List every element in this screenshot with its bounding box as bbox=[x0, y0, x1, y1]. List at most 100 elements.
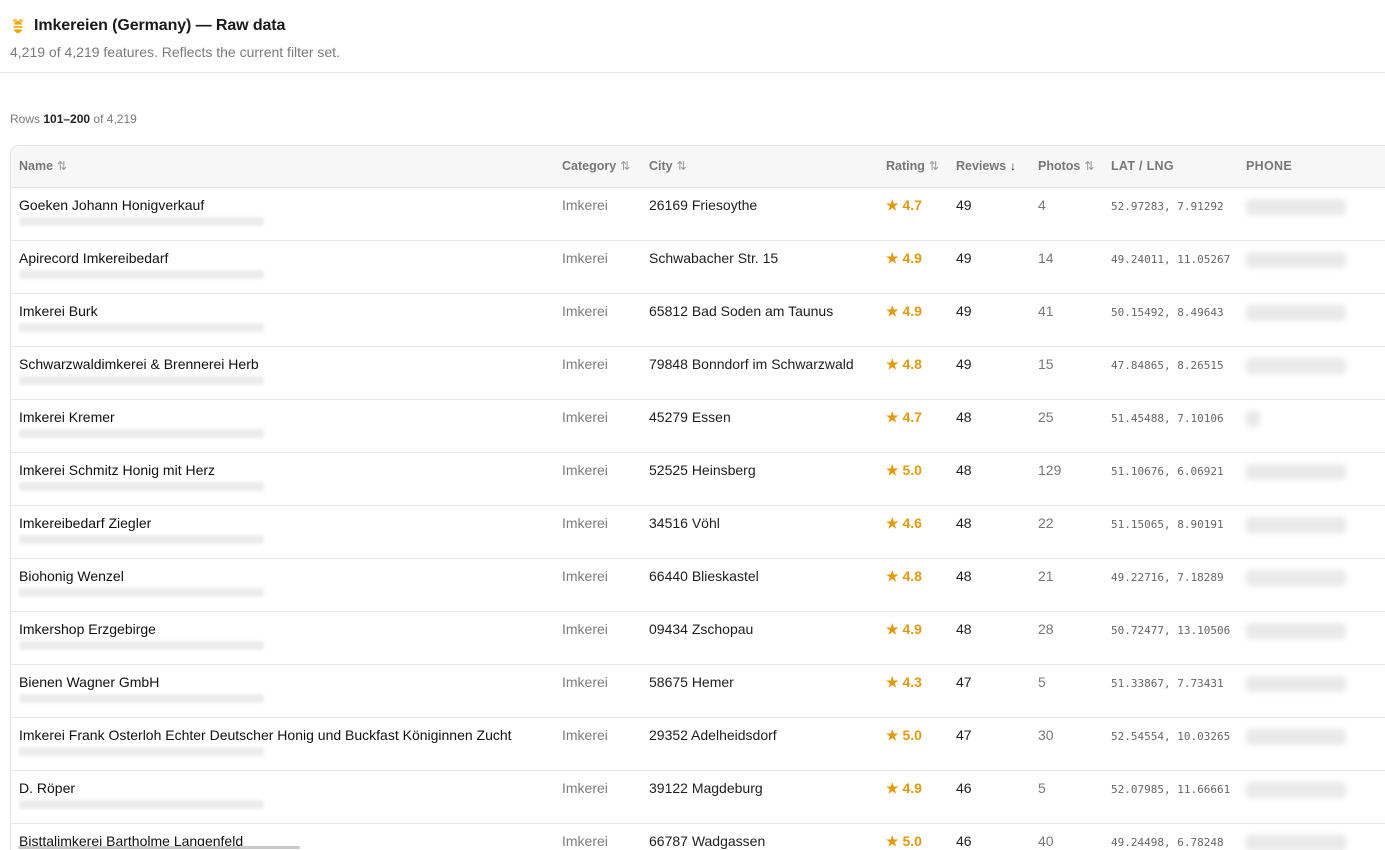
sort-icon[interactable]: ⇅ bbox=[620, 159, 630, 173]
redacted-id bbox=[19, 428, 264, 438]
category-cell: Imkerei bbox=[562, 408, 608, 425]
redacted-id bbox=[19, 693, 264, 703]
col-header-photos[interactable]: Photos ⇅ bbox=[1030, 146, 1103, 188]
city-cell: 39122 Magdeburg bbox=[649, 779, 763, 796]
redacted-id bbox=[19, 481, 264, 491]
latlng-cell: 49.22716, 7.18289 bbox=[1111, 570, 1224, 584]
city-cell: Schwabacher Str. 15 bbox=[649, 249, 779, 266]
phone-cell bbox=[1238, 187, 1385, 240]
redacted-id bbox=[19, 799, 264, 809]
col-header-category[interactable]: Category ⇅ bbox=[554, 146, 641, 188]
photos-cell: 22 bbox=[1038, 514, 1054, 531]
latlng-cell: 52.54554, 10.03265 bbox=[1111, 729, 1231, 743]
reviews-cell: 49 bbox=[956, 302, 972, 319]
name-cell: Imkerei Schmitz Honig mit Herz bbox=[11, 452, 554, 505]
latlng-cell: 50.72477, 13.10506 bbox=[1111, 623, 1231, 637]
city-cell: 34516 Vöhl bbox=[649, 514, 720, 531]
redacted-id bbox=[19, 375, 264, 385]
table-row[interactable]: Imkereibedarf Ziegler Imkerei 34516 Vöhl ★ … bbox=[11, 505, 1385, 558]
redacted-id bbox=[19, 322, 264, 332]
table-row[interactable]: Apirecord Imkereibedarf Imkerei Schwabache… bbox=[11, 240, 1385, 293]
redacted-phone bbox=[1246, 357, 1346, 374]
col-header-latlng: LAT / LNG bbox=[1103, 146, 1238, 188]
latlng-cell: 52.07985, 11.66661 bbox=[1111, 782, 1231, 796]
col-header-name[interactable]: Name ⇅ bbox=[11, 146, 554, 188]
table-row[interactable]: D. Röper Imkerei 39122 Magdeburg ★ 4.9 46 5 52… bbox=[11, 770, 1385, 823]
phone-cell bbox=[1238, 240, 1385, 293]
table-row[interactable]: Imkershop Erzgebirge Imkerei 09434 Zschopa… bbox=[11, 611, 1385, 664]
sort-icon[interactable]: ⇅ bbox=[57, 159, 67, 173]
rating-cell: ★ 4.6 bbox=[886, 514, 922, 531]
latlng-cell: 49.24011, 11.05267 bbox=[1111, 252, 1231, 266]
phone-cell bbox=[1238, 399, 1385, 452]
redacted-phone bbox=[1246, 834, 1346, 850]
redacted-phone bbox=[1246, 675, 1346, 692]
redacted-id bbox=[19, 587, 264, 597]
photos-cell: 40 bbox=[1038, 832, 1054, 849]
name-cell: Imkershop Erzgebirge bbox=[11, 611, 554, 664]
name-cell: Bienen Wagner GmbH bbox=[11, 664, 554, 717]
rating-cell: ★ 5.0 bbox=[886, 726, 922, 743]
photos-cell: 15 bbox=[1038, 355, 1054, 372]
data-table[interactable]: Name ⇅ Category ⇅ City ⇅ Rating ⇅ Reviews ↓ P… bbox=[10, 145, 1385, 850]
category-cell: Imkerei bbox=[562, 620, 608, 637]
city-cell: 52525 Heinsberg bbox=[649, 461, 756, 478]
bee-icon bbox=[10, 18, 26, 34]
sort-icon[interactable]: ⇅ bbox=[677, 159, 687, 173]
redacted-phone bbox=[1246, 781, 1346, 798]
city-cell: 65812 Bad Soden am Taunus bbox=[649, 302, 834, 319]
table-row[interactable]: Imkerei Kremer Imkerei 45279 Essen ★ 4.7 48 2… bbox=[11, 399, 1385, 452]
redacted-phone bbox=[1246, 728, 1346, 745]
sort-icon[interactable]: ⇅ bbox=[1084, 159, 1094, 173]
city-cell: 45279 Essen bbox=[649, 408, 731, 425]
city-cell: 58675 Hemer bbox=[649, 673, 734, 690]
sort-desc-icon[interactable]: ↓ bbox=[1010, 159, 1016, 173]
phone-cell bbox=[1238, 717, 1385, 770]
page-header: Imkereien (Germany) — Raw data 4,219 of … bbox=[0, 0, 1385, 73]
table-row[interactable]: Imkerei Schmitz Honig mit Herz Imkerei 525… bbox=[11, 452, 1385, 505]
redacted-id bbox=[19, 269, 264, 279]
table-row[interactable]: Bienen Wagner GmbH Imkerei 58675 Hemer ★ 4.… bbox=[11, 664, 1385, 717]
reviews-cell: 47 bbox=[956, 726, 972, 743]
table-row[interactable]: Imkerei Burk Imkerei 65812 Bad Soden am Ta… bbox=[11, 293, 1385, 346]
name-cell: Biohonig Wenzel bbox=[11, 558, 554, 611]
category-cell: Imkerei bbox=[562, 832, 608, 849]
table-row[interactable]: Goeken Johann Honigverkauf Imkerei 26169 F… bbox=[11, 187, 1385, 240]
category-cell: Imkerei bbox=[562, 249, 608, 266]
page-title: Imkereien (Germany) — Raw data bbox=[34, 17, 286, 34]
category-cell: Imkerei bbox=[562, 673, 608, 690]
photos-cell: 25 bbox=[1038, 408, 1054, 425]
reviews-cell: 49 bbox=[956, 249, 972, 266]
rating-cell: ★ 4.9 bbox=[886, 779, 922, 796]
phone-cell bbox=[1238, 558, 1385, 611]
table-row[interactable]: Biohonig Wenzel Imkerei 66440 Blieskastel ★… bbox=[11, 558, 1385, 611]
table-row[interactable]: Schwarzwaldimkerei & Brennerei Herb Imker… bbox=[11, 346, 1385, 399]
latlng-cell: 51.15065, 8.90191 bbox=[1111, 517, 1224, 531]
table-header-row: Name ⇅ Category ⇅ City ⇅ Rating ⇅ Reviews ↓ P… bbox=[11, 146, 1385, 188]
redacted-phone bbox=[1246, 516, 1346, 533]
reviews-cell: 46 bbox=[956, 779, 972, 796]
phone-cell bbox=[1238, 770, 1385, 823]
photos-cell: 5 bbox=[1038, 779, 1046, 796]
table-row[interactable]: Imkerei Frank Osterloh Echter Deutscher … bbox=[11, 717, 1385, 770]
reviews-cell: 48 bbox=[956, 408, 972, 425]
col-header-reviews[interactable]: Reviews ↓ bbox=[948, 146, 1030, 188]
phone-cell bbox=[1238, 293, 1385, 346]
redacted-phone bbox=[1246, 198, 1346, 215]
photos-cell: 4 bbox=[1038, 196, 1046, 213]
col-header-city[interactable]: City ⇅ bbox=[641, 146, 878, 188]
city-cell: 79848 Bonndorf im Schwarzwald bbox=[649, 355, 854, 372]
rows-total: 4,219 bbox=[106, 112, 137, 126]
redacted-id bbox=[19, 746, 264, 756]
redacted-phone bbox=[1246, 622, 1346, 639]
name-cell: Schwarzwaldimkerei & Brennerei Herb bbox=[11, 346, 554, 399]
latlng-cell: 51.10676, 6.06921 bbox=[1111, 464, 1224, 478]
photos-cell: 28 bbox=[1038, 620, 1054, 637]
horizontal-scrollbar[interactable] bbox=[18, 846, 300, 849]
latlng-cell: 49.24498, 6.78248 bbox=[1111, 835, 1224, 849]
name-cell: Apirecord Imkereibedarf bbox=[11, 240, 554, 293]
reviews-cell: 49 bbox=[956, 196, 972, 213]
col-header-rating[interactable]: Rating ⇅ bbox=[878, 146, 948, 188]
reviews-cell: 48 bbox=[956, 567, 972, 584]
sort-icon[interactable]: ⇅ bbox=[929, 159, 939, 173]
